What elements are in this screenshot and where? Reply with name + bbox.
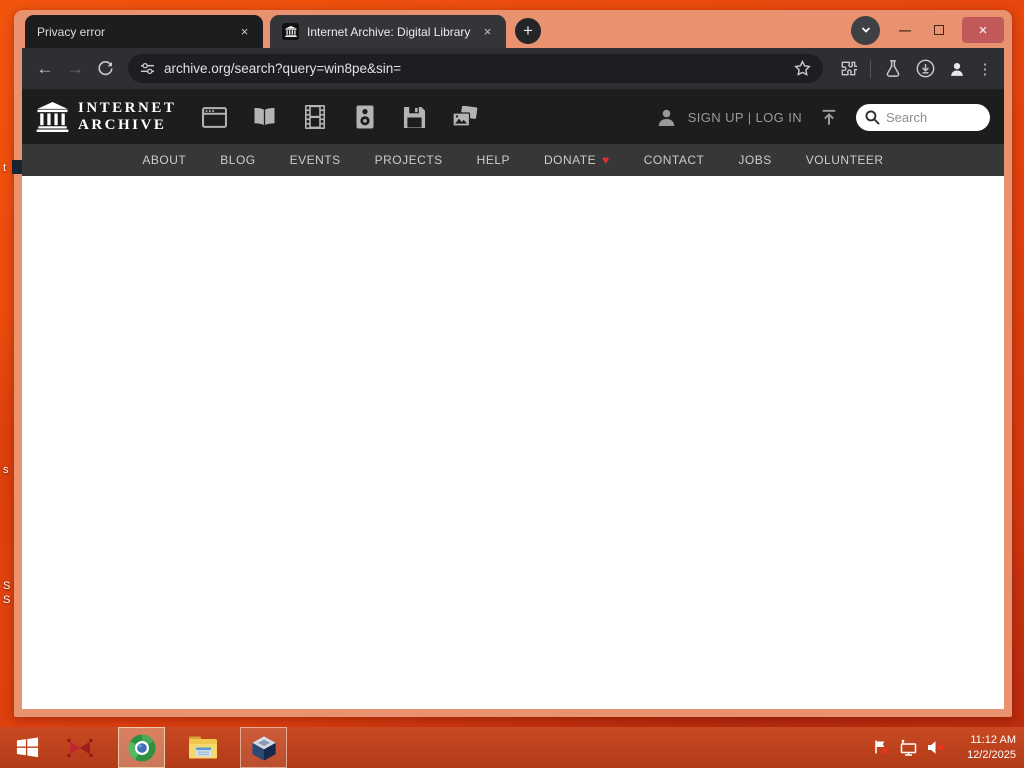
action-center-flag-icon[interactable] bbox=[873, 739, 890, 756]
file-explorer-icon bbox=[189, 736, 217, 759]
heart-icon: ♥ bbox=[602, 153, 610, 167]
system-tray bbox=[873, 727, 946, 768]
web-icon[interactable] bbox=[198, 102, 231, 132]
taskbar-red-app-button[interactable] bbox=[58, 727, 102, 768]
url-text[interactable]: archive.org/search?query=win8pe&sin= bbox=[164, 61, 794, 76]
volume-muted-icon[interactable] bbox=[927, 740, 946, 755]
ia-nav-bar: ABOUT BLOG EVENTS PROJECTS HELP DONATE ♥ … bbox=[22, 144, 1004, 176]
toolbar-actions: ⋮ bbox=[833, 54, 996, 84]
reload-icon[interactable] bbox=[90, 54, 120, 84]
search-icon bbox=[865, 109, 880, 125]
ia-building-icon bbox=[36, 102, 69, 132]
nav-item-blog[interactable]: BLOG bbox=[220, 153, 255, 167]
maximize-button[interactable] bbox=[926, 25, 952, 35]
virtualbox-icon bbox=[251, 735, 276, 761]
taskbar: 11:12 AM 12/2/2025 bbox=[0, 727, 1024, 768]
taskbar-explorer-button[interactable] bbox=[181, 727, 225, 768]
tab-close-icon[interactable]: × bbox=[479, 23, 496, 40]
archive-favicon bbox=[282, 23, 299, 40]
ia-header-right: SIGN UP | LOG IN bbox=[657, 103, 990, 131]
signup-login-link[interactable]: SIGN UP | LOG IN bbox=[688, 110, 802, 125]
tab-privacy-error[interactable]: Privacy error × bbox=[25, 15, 263, 48]
page-content bbox=[22, 176, 1004, 709]
forward-icon[interactable]: → bbox=[60, 54, 90, 84]
tab-title: Internet Archive: Digital Library bbox=[307, 24, 471, 39]
user-icon bbox=[658, 109, 674, 126]
tab-strip: Privacy error × Internet Archive: Digita… bbox=[14, 10, 1012, 48]
nav-item-help[interactable]: HELP bbox=[477, 153, 510, 167]
upload-icon[interactable] bbox=[820, 109, 838, 126]
internet-archive-logo[interactable]: INTERNET ARCHIVE bbox=[36, 100, 176, 135]
labs-flask-icon[interactable] bbox=[878, 54, 908, 84]
back-icon[interactable]: ← bbox=[30, 54, 60, 84]
texts-icon[interactable] bbox=[248, 102, 281, 132]
images-icon[interactable] bbox=[448, 102, 481, 132]
chrome-icon bbox=[127, 734, 155, 761]
tab-title: Privacy error bbox=[37, 24, 106, 39]
network-icon[interactable] bbox=[899, 739, 918, 756]
nav-item-projects[interactable]: PROJECTS bbox=[375, 153, 443, 167]
video-icon[interactable] bbox=[298, 102, 331, 132]
media-type-nav bbox=[198, 102, 481, 132]
menu-kebab-icon[interactable]: ⋮ bbox=[974, 54, 996, 84]
minimize-button[interactable]: — bbox=[892, 23, 918, 37]
desktop-icon-label-fragment: s bbox=[3, 464, 9, 476]
taskbar-virtualbox-button[interactable] bbox=[240, 727, 287, 768]
nav-item-volunteer[interactable]: VOLUNTEER bbox=[806, 153, 884, 167]
clock-time: 11:12 AM bbox=[970, 733, 1016, 746]
nav-item-events[interactable]: EVENTS bbox=[290, 153, 341, 167]
desktop-icon-fragment bbox=[12, 160, 22, 174]
internet-archive-header: INTERNET ARCHIVE SIGN UP | LOG IN Search bbox=[22, 90, 1004, 144]
clock-date: 12/2/2025 bbox=[967, 748, 1016, 761]
desktop-icon-label-fragment: t bbox=[3, 162, 7, 174]
maximize-icon bbox=[934, 25, 944, 35]
nav-item-contact[interactable]: CONTACT bbox=[644, 153, 705, 167]
nav-item-jobs[interactable]: JOBS bbox=[738, 153, 771, 167]
search-input[interactable] bbox=[886, 109, 981, 125]
red-app-icon bbox=[67, 738, 93, 757]
desktop-icon-label-fragment: S bbox=[3, 580, 11, 592]
toolbar-separator bbox=[870, 59, 871, 78]
tab-close-icon[interactable]: × bbox=[236, 23, 253, 40]
window-controls: — × bbox=[851, 15, 1012, 45]
windows-logo-icon bbox=[16, 737, 38, 758]
page-viewport: INTERNET ARCHIVE SIGN UP | LOG IN Search… bbox=[22, 90, 1004, 709]
browser-window: Privacy error × Internet Archive: Digita… bbox=[14, 10, 1012, 717]
browser-toolbar: ← → archive.org/search?query=win8pe&sin= bbox=[22, 48, 1004, 90]
desktop-icon-label-fragment: S bbox=[3, 594, 11, 606]
bookmark-star-icon[interactable] bbox=[794, 60, 811, 77]
ia-search-box[interactable] bbox=[856, 103, 990, 131]
software-icon[interactable] bbox=[398, 102, 431, 132]
window-close-button[interactable]: × bbox=[962, 17, 1004, 43]
site-settings-icon[interactable] bbox=[140, 61, 155, 76]
taskbar-clock[interactable]: 11:12 AM 12/2/2025 bbox=[967, 727, 1016, 768]
address-bar[interactable]: archive.org/search?query=win8pe&sin= bbox=[128, 54, 823, 83]
tab-internet-archive[interactable]: Internet Archive: Digital Library × bbox=[270, 15, 506, 48]
nav-item-about[interactable]: ABOUT bbox=[142, 153, 186, 167]
downloads-icon[interactable] bbox=[910, 54, 940, 84]
ia-wordmark: INTERNET ARCHIVE bbox=[78, 99, 177, 133]
new-tab-button[interactable]: + bbox=[515, 18, 541, 44]
extensions-icon[interactable] bbox=[833, 54, 863, 84]
profile-icon[interactable] bbox=[942, 54, 972, 84]
start-button[interactable] bbox=[6, 727, 48, 768]
taskbar-browser-button[interactable] bbox=[118, 727, 165, 768]
tab-search-chevron-icon[interactable] bbox=[851, 15, 880, 45]
audio-icon[interactable] bbox=[348, 102, 381, 132]
nav-item-donate[interactable]: DONATE ♥ bbox=[544, 153, 610, 167]
